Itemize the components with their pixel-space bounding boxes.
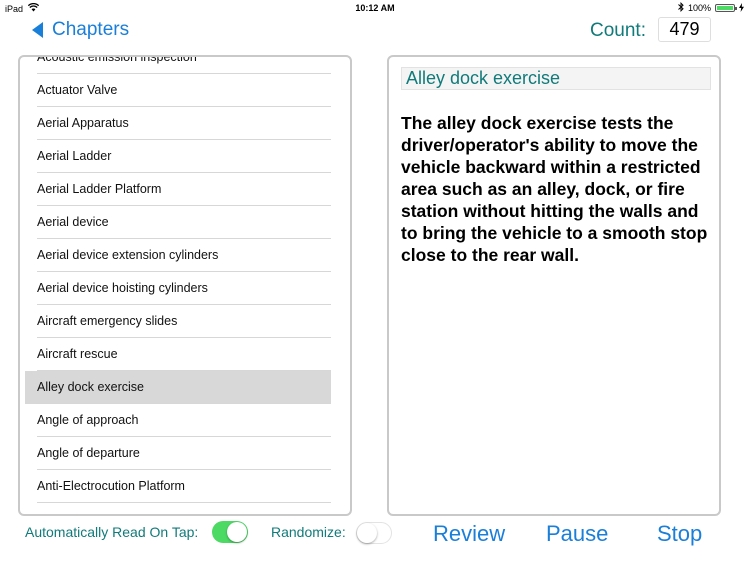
list-item[interactable]: Angle of departure: [25, 437, 331, 470]
list-item[interactable]: Aerial Ladder: [25, 140, 331, 173]
term-list-panel[interactable]: Acoustic emission inspection Actuator Val…: [18, 55, 352, 516]
battery-percent: 100%: [687, 3, 711, 13]
definition-panel: Alley dock exercise The alley dock exerc…: [387, 55, 721, 516]
auto-read-toggle[interactable]: [212, 521, 248, 543]
list-item[interactable]: Acoustic emission inspection: [25, 57, 331, 74]
battery-fill: [717, 6, 733, 10]
list-item[interactable]: Alley dock exercise: [25, 371, 331, 404]
list-item[interactable]: Aircraft rescue: [25, 338, 331, 371]
list-item[interactable]: Aerial device hoisting cylinders: [25, 272, 331, 305]
toggle-knob: [357, 523, 377, 543]
list-item[interactable]: Actuator Valve: [25, 74, 331, 107]
toggle-knob: [227, 522, 247, 542]
randomize-label: Randomize:: [271, 524, 346, 540]
list-item[interactable]: Aerial device extension cylinders: [25, 239, 331, 272]
count-value: 479: [658, 17, 711, 42]
list-item[interactable]: Aircraft emergency slides: [25, 305, 331, 338]
list-item[interactable]: Aerial Apparatus: [25, 107, 331, 140]
auto-read-label: Automatically Read On Tap:: [25, 524, 199, 540]
status-right: 100%: [678, 1, 744, 14]
list-item[interactable]: Aerial device: [25, 206, 331, 239]
definition-text: The alley dock exercise tests the driver…: [401, 113, 708, 265]
list-item[interactable]: Anti-Electrocution Platform: [25, 470, 331, 503]
bluetooth-icon: [678, 1, 684, 14]
back-button-label: Chapters: [52, 19, 130, 40]
randomize-toggle[interactable]: [356, 522, 392, 544]
pause-button[interactable]: Pause: [546, 521, 608, 547]
stop-button[interactable]: Stop: [657, 521, 702, 547]
status-bar: iPad 10:12 AM 100%: [0, 0, 750, 16]
count-label: Count:: [590, 20, 646, 41]
back-to-chapters-button[interactable]: Chapters: [32, 19, 129, 41]
charging-icon: [739, 2, 744, 14]
chevron-left-icon: [32, 22, 43, 38]
list-item[interactable]: Aerial Ladder Platform: [25, 173, 331, 206]
status-time: 10:12 AM: [355, 3, 395, 13]
term-title: Alley dock exercise: [401, 67, 711, 90]
battery-icon: [715, 4, 737, 12]
review-button[interactable]: Review: [433, 521, 505, 547]
list-item[interactable]: Angle of approach: [25, 404, 331, 437]
